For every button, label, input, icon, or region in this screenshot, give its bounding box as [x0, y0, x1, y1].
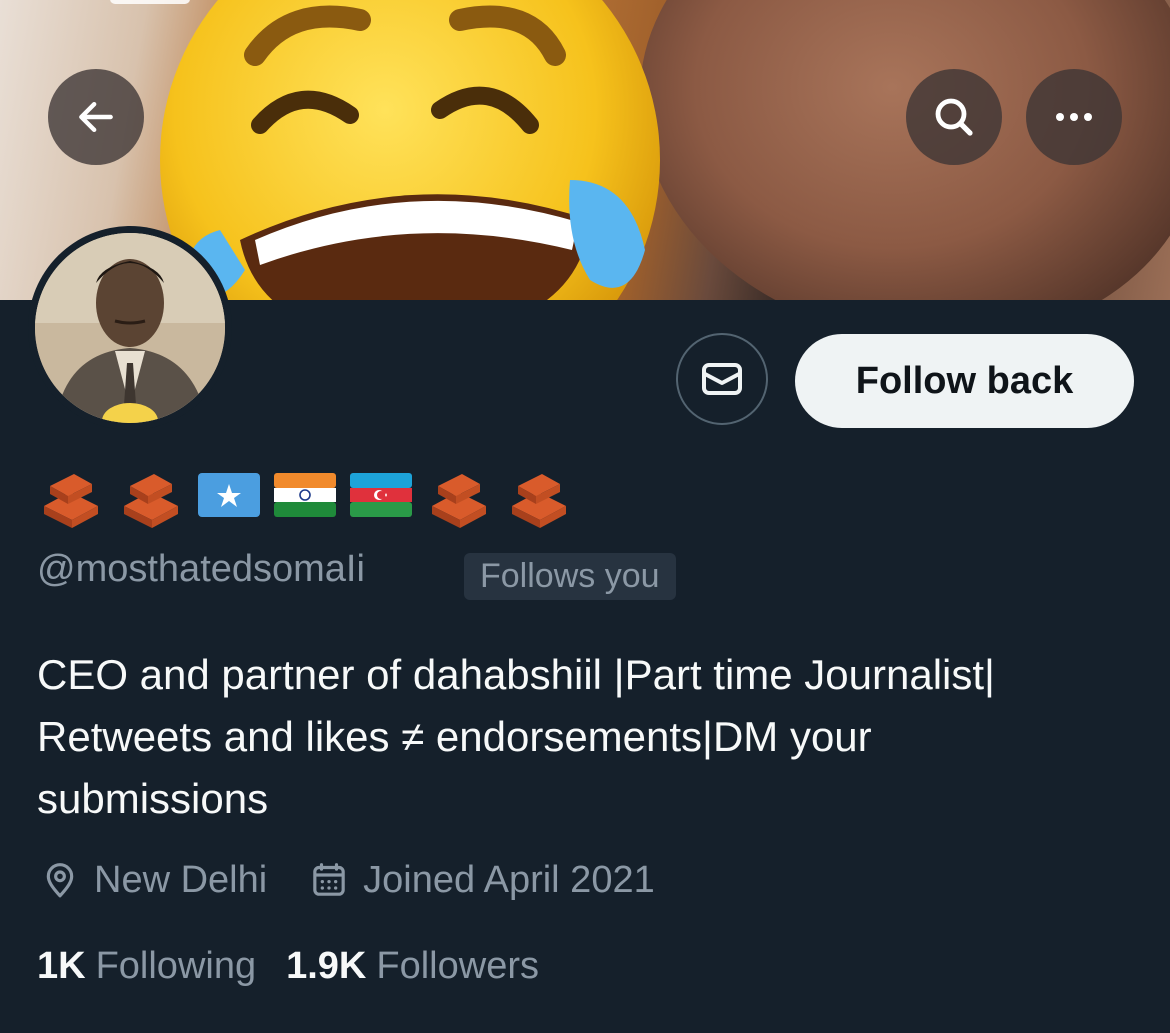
bio-line: submissions: [37, 775, 269, 822]
location-item: New Delhi: [40, 859, 267, 902]
brick-emoji-icon: [124, 474, 178, 528]
brick-emoji-icon: [44, 474, 98, 528]
follows-you-badge: Follows you: [464, 553, 676, 600]
more-options-button[interactable]: [1026, 69, 1122, 165]
profile-handle: @mosthatedsomaIi: [37, 548, 365, 590]
more-horizontal-icon: [1056, 113, 1092, 121]
search-button[interactable]: [906, 69, 1002, 165]
bio-line: Retweets and likes ≠ endorsements|DM you…: [37, 713, 872, 760]
brick-emoji-icon: [432, 474, 486, 528]
location-pin-icon: [46, 863, 74, 898]
avatar-photo: [35, 233, 225, 423]
followers-link[interactable]: 1.9K Followers: [286, 945, 539, 988]
flag-somalia-icon: [198, 473, 260, 517]
joined-item: Joined April 2021: [309, 859, 655, 902]
arrow-left-icon: [79, 101, 113, 133]
profile-avatar[interactable]: [28, 226, 232, 430]
calendar-icon: [313, 863, 345, 896]
bio-line: CEO and partner of dahabshiil |Part time…: [37, 651, 995, 698]
following-label: Following: [95, 944, 257, 987]
following-count: 1K: [37, 944, 86, 987]
joined-text: Joined April 2021: [363, 858, 655, 901]
followers-count: 1.9K: [286, 944, 367, 987]
laughing-emoji-image: [160, 0, 660, 300]
brick-emoji-icon: [512, 474, 566, 528]
back-button[interactable]: [48, 69, 144, 165]
location-text: New Delhi: [94, 858, 268, 901]
flag-azerbaijan-icon: [350, 473, 412, 517]
display-name: [38, 460, 572, 530]
followers-label: Followers: [376, 944, 539, 987]
message-button[interactable]: [676, 333, 768, 425]
follow-back-button[interactable]: Follow back: [795, 334, 1134, 428]
following-link[interactable]: 1K Following: [37, 945, 256, 988]
envelope-icon: [702, 363, 742, 395]
profile-bio: CEO and partner of dahabshiil |Part time…: [37, 644, 1137, 830]
flag-india-icon: [274, 473, 336, 517]
avatar-portrait-image: [35, 233, 225, 423]
search-icon: [935, 98, 973, 136]
profile-stats: 1K Following 1.9K Followers: [37, 938, 539, 994]
profile-meta: New Delhi Joined April 2021: [40, 852, 655, 908]
